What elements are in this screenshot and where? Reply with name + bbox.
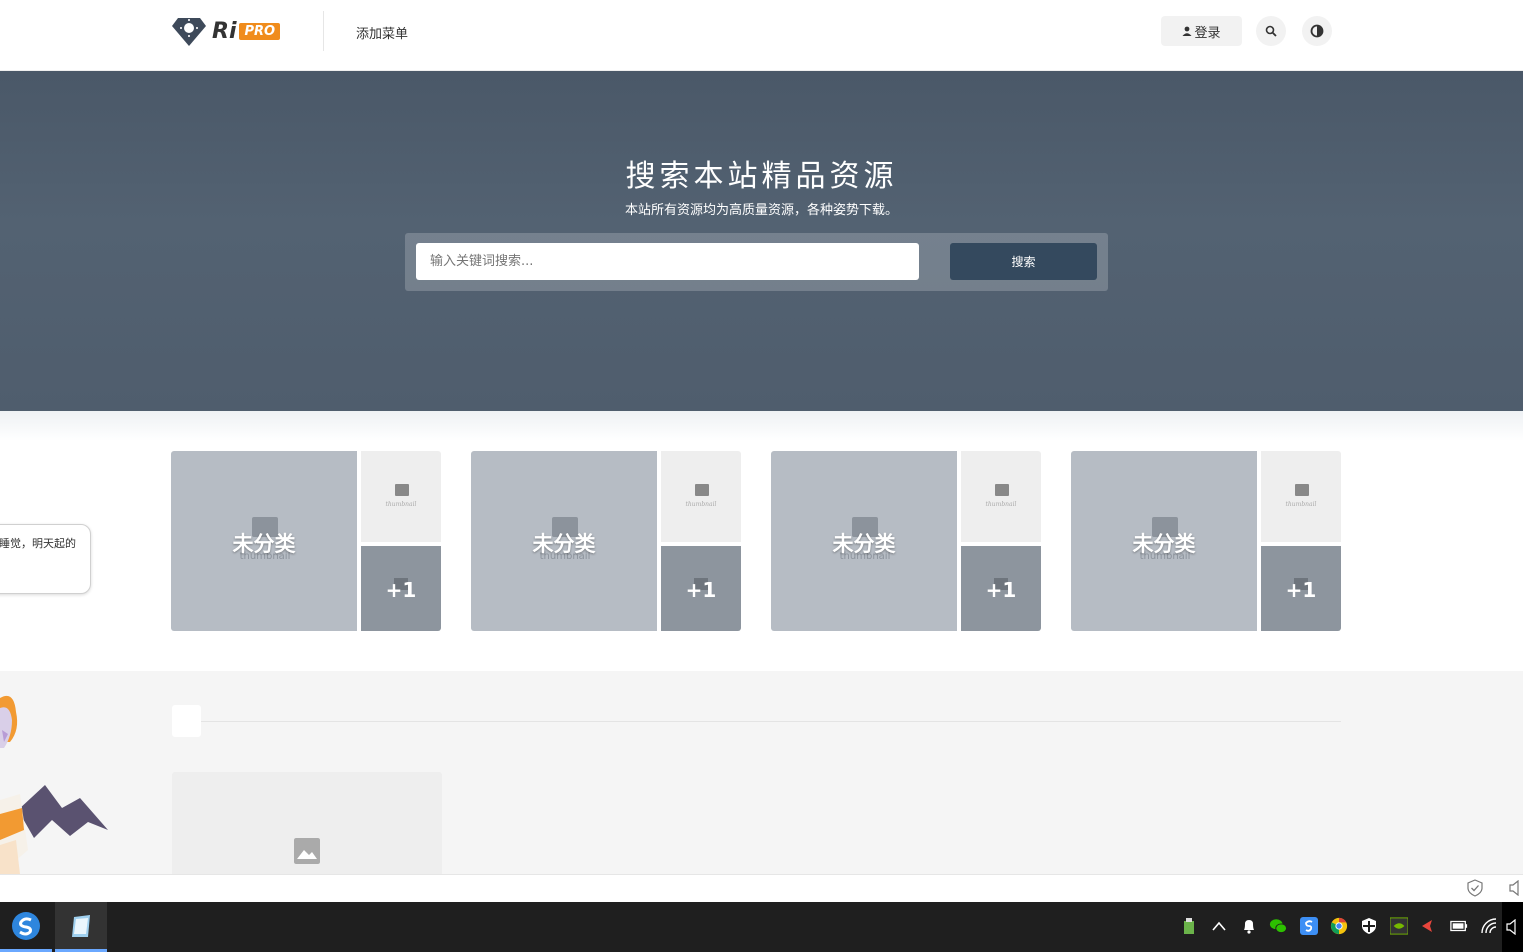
thumbnail-text: thumbnail xyxy=(985,501,1017,508)
category-more-count: +1 xyxy=(985,578,1017,602)
usb-device-icon[interactable] xyxy=(1180,917,1198,935)
sogou-input-icon[interactable] xyxy=(1300,917,1318,935)
battery-icon[interactable] xyxy=(1450,917,1468,935)
notepad-icon xyxy=(72,914,90,937)
mascot-character[interactable] xyxy=(0,690,110,874)
category-card[interactable]: thumbnail 未分类 thumbnail +1 xyxy=(771,451,1041,631)
site-header: Ri PRO 添加菜单 登录 xyxy=(0,0,1523,71)
category-name: 未分类 xyxy=(1132,532,1196,556)
thumbnail-text: thumbnail xyxy=(385,501,417,508)
site-logo[interactable]: Ri PRO xyxy=(172,16,281,46)
image-placeholder-icon xyxy=(294,838,320,864)
header-divider xyxy=(323,11,324,51)
search-submit-button[interactable]: 搜索 xyxy=(950,243,1097,280)
search-form: 搜索 xyxy=(405,233,1108,291)
hero-title: 搜索本站精品资源 xyxy=(625,159,898,194)
category-more-count: +1 xyxy=(685,578,717,602)
theme-toggle-button[interactable] xyxy=(1302,16,1332,46)
search-button[interactable] xyxy=(1256,16,1286,46)
category-more-thumb[interactable]: +1 xyxy=(1261,546,1341,631)
category-side-thumb[interactable]: thumbnail xyxy=(1261,451,1341,542)
chevron-up-icon[interactable] xyxy=(1210,917,1228,935)
post-card-thumbnail[interactable] xyxy=(172,772,442,874)
category-side-thumb[interactable]: thumbnail xyxy=(661,451,741,542)
logo-text: Ri xyxy=(212,18,237,44)
search-icon xyxy=(1265,25,1277,37)
hero-fade xyxy=(0,411,1523,441)
image-icon xyxy=(995,484,1009,496)
theme-toggle-icon xyxy=(1310,24,1324,38)
thumbnail-text: thumbnail xyxy=(1285,501,1317,508)
category-name: 未分类 xyxy=(232,532,296,556)
image-icon xyxy=(395,484,409,496)
logo-badge: PRO xyxy=(239,22,281,40)
section-divider xyxy=(201,721,1341,722)
taskbar-app-browser[interactable] xyxy=(0,902,52,952)
image-icon xyxy=(695,484,709,496)
mascot-speech-text: 睡觉，明天起的 xyxy=(0,537,76,550)
search-input[interactable] xyxy=(416,243,919,280)
mascot-speech-bubble: 睡觉，明天起的 xyxy=(0,524,91,594)
category-card[interactable]: thumbnail 未分类 thumbnail +1 xyxy=(471,451,741,631)
nav-add-menu[interactable]: 添加菜单 xyxy=(356,23,408,42)
browser-status-bar xyxy=(0,874,1523,902)
security-shield-icon[interactable] xyxy=(1360,917,1378,935)
category-more-count: +1 xyxy=(1285,578,1317,602)
category-more-count: +1 xyxy=(385,578,417,602)
diamond-logo-icon xyxy=(172,18,206,46)
speaker-icon[interactable] xyxy=(1509,880,1523,896)
shield-check-icon[interactable] xyxy=(1466,879,1484,897)
os-taskbar xyxy=(0,902,1523,952)
category-side-thumb[interactable]: thumbnail xyxy=(961,451,1041,542)
category-more-thumb[interactable]: +1 xyxy=(361,546,441,631)
category-name: 未分类 xyxy=(832,532,896,556)
alert-flag-icon[interactable] xyxy=(1418,917,1436,935)
bell-icon[interactable] xyxy=(1240,917,1258,935)
category-side-thumb[interactable]: thumbnail xyxy=(361,451,441,542)
category-more-thumb[interactable]: +1 xyxy=(661,546,741,631)
category-main-thumb[interactable]: thumbnail 未分类 xyxy=(771,451,957,631)
category-name: 未分类 xyxy=(532,532,596,556)
chrome-icon[interactable] xyxy=(1330,917,1348,935)
category-main-thumb[interactable]: thumbnail 未分类 xyxy=(1071,451,1257,631)
thumbnail-text: thumbnail xyxy=(685,501,717,508)
login-button[interactable]: 登录 xyxy=(1161,16,1242,46)
section-tab[interactable] xyxy=(172,705,201,737)
category-more-thumb[interactable]: +1 xyxy=(961,546,1041,631)
hero-subtitle: 本站所有资源均为高质量资源，各种姿势下载。 xyxy=(624,203,898,218)
volume-icon[interactable] xyxy=(1502,902,1523,952)
category-card[interactable]: thumbnail 未分类 thumbnail +1 xyxy=(171,451,441,631)
user-icon xyxy=(1182,26,1192,36)
wechat-icon[interactable] xyxy=(1269,917,1287,935)
taskbar-app-notepad[interactable] xyxy=(55,902,107,952)
sogou-browser-icon xyxy=(12,911,40,940)
nvidia-icon[interactable] xyxy=(1390,917,1408,935)
hero-search-section: 搜索本站精品资源 本站所有资源均为高质量资源，各种姿势下载。 搜索 xyxy=(0,71,1523,411)
login-label: 登录 xyxy=(1194,25,1221,41)
image-icon xyxy=(1295,484,1309,496)
wifi-icon[interactable] xyxy=(1480,917,1498,935)
category-main-thumb[interactable]: thumbnail 未分类 xyxy=(471,451,657,631)
category-card[interactable]: thumbnail 未分类 thumbnail +1 xyxy=(1071,451,1341,631)
category-main-thumb[interactable]: thumbnail 未分类 xyxy=(171,451,357,631)
